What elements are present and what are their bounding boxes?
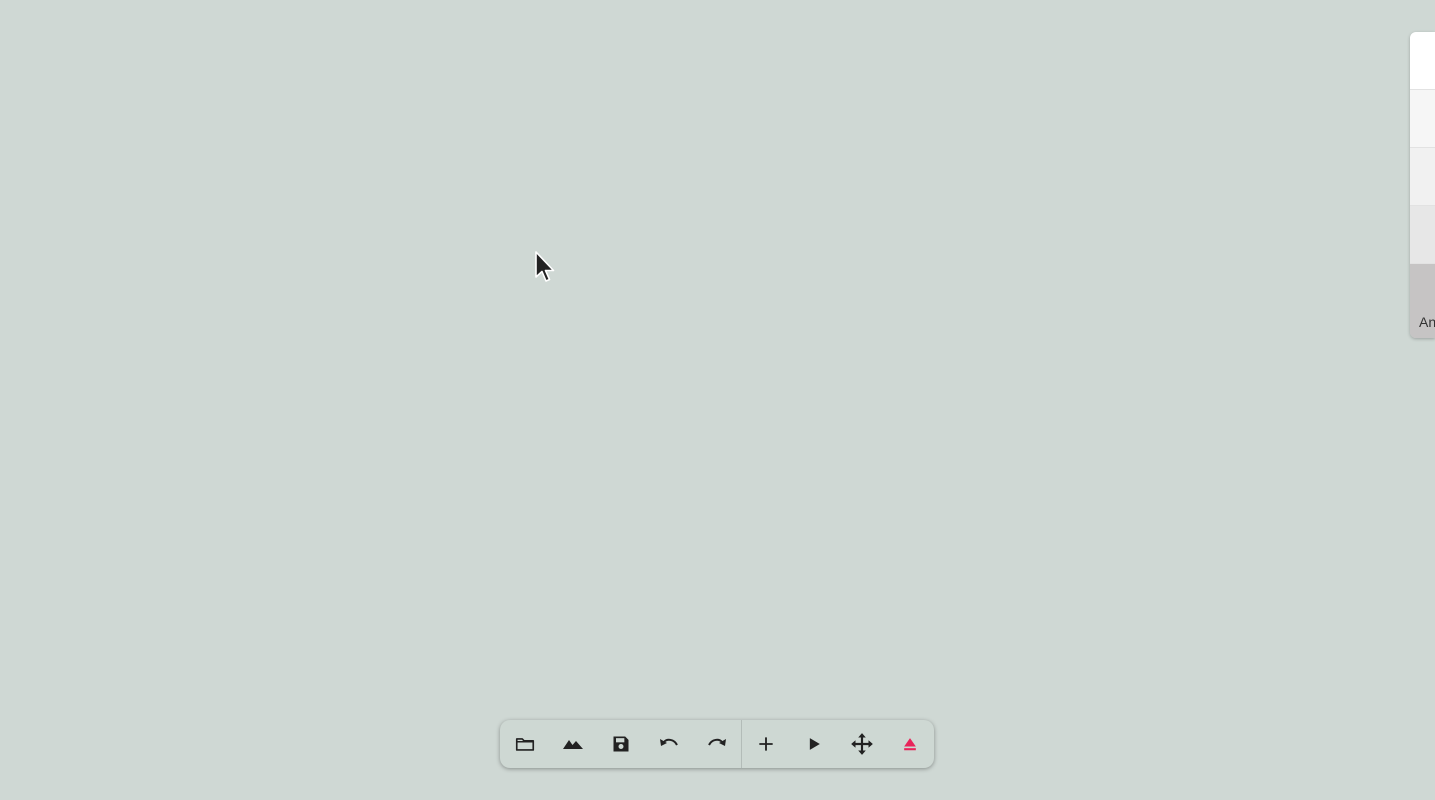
eject-button[interactable] xyxy=(886,720,934,768)
save-button[interactable] xyxy=(597,720,645,768)
open-folder-button[interactable] xyxy=(501,720,549,768)
workspace-canvas[interactable] xyxy=(0,0,1435,800)
add-button[interactable] xyxy=(742,720,790,768)
side-panel-item[interactable] xyxy=(1410,32,1435,90)
side-panel-item-selected[interactable]: An xyxy=(1410,264,1435,338)
folder-icon xyxy=(515,738,535,751)
side-panel-item[interactable] xyxy=(1410,206,1435,264)
mouse-cursor-icon xyxy=(535,251,555,282)
move-button[interactable] xyxy=(838,720,886,768)
undo-button[interactable] xyxy=(645,720,693,768)
plus-icon xyxy=(759,737,773,751)
save-icon xyxy=(613,736,629,752)
move-icon xyxy=(851,733,873,755)
redo-button[interactable] xyxy=(693,720,741,768)
redo-icon xyxy=(708,738,726,746)
side-panel-item[interactable] xyxy=(1410,148,1435,206)
bottom-toolbar xyxy=(500,720,934,768)
side-panel-item-label: An xyxy=(1419,314,1435,330)
landscape-icon xyxy=(563,740,583,749)
eject-icon xyxy=(904,738,916,751)
side-panel[interactable]: An xyxy=(1410,32,1435,338)
side-panel-item[interactable] xyxy=(1410,90,1435,148)
play-icon xyxy=(809,738,820,750)
landscape-button[interactable] xyxy=(549,720,597,768)
play-button[interactable] xyxy=(790,720,838,768)
undo-icon xyxy=(660,738,678,746)
